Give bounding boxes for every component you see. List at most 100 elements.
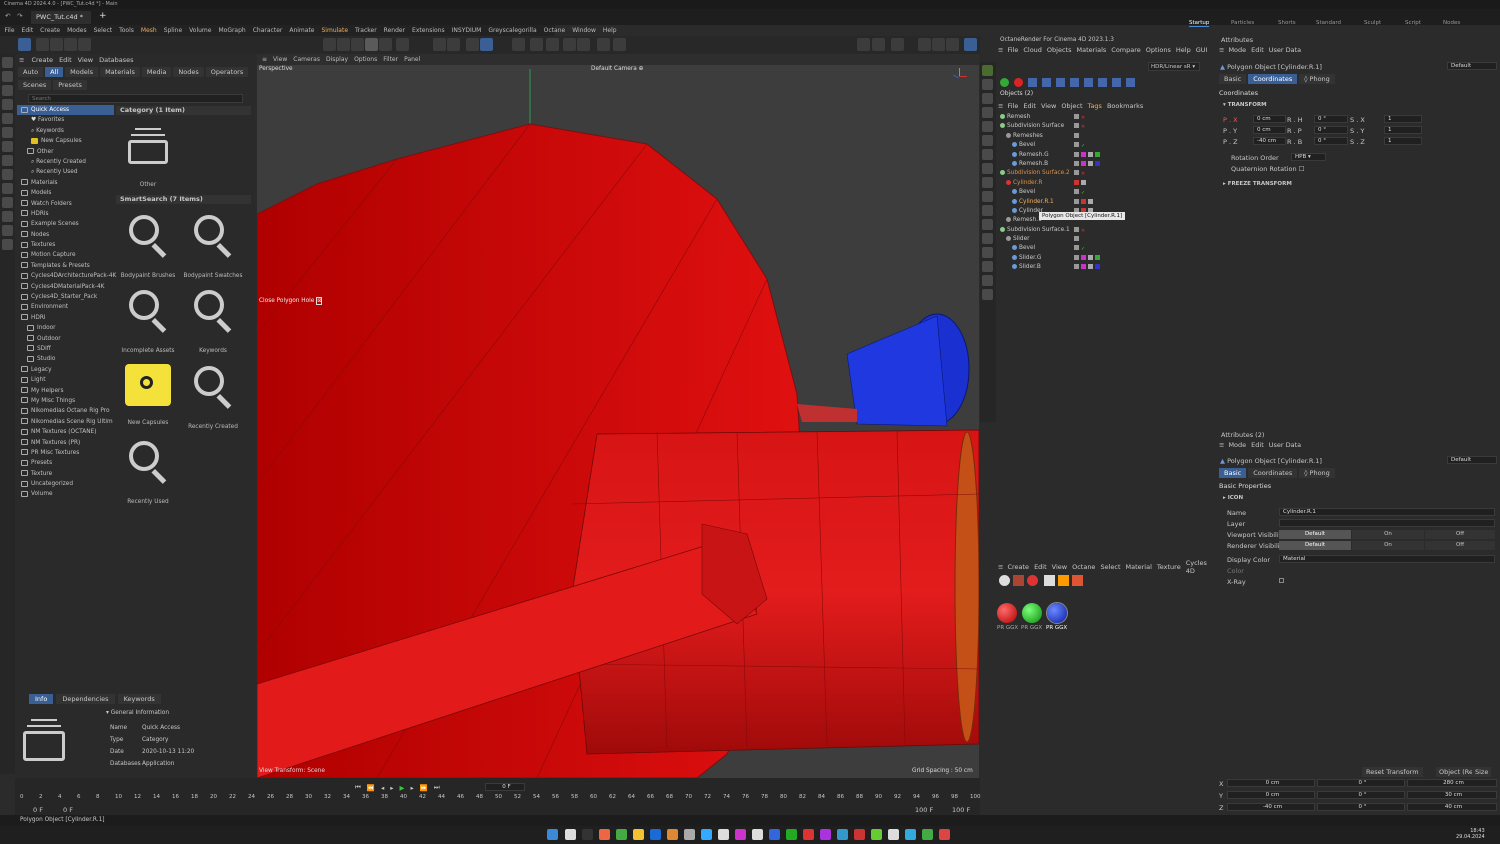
asset-item[interactable]: Recently Used bbox=[118, 439, 178, 505]
four-view-icon[interactable] bbox=[932, 38, 945, 51]
quaternion-label[interactable]: Quaternion Rotation ☐ bbox=[1231, 165, 1305, 173]
octane-menu-objects[interactable]: Objects bbox=[1047, 46, 1072, 54]
attr2-tab-coordinates[interactable]: Coordinates bbox=[1248, 468, 1298, 478]
cinema4d-icon[interactable] bbox=[650, 829, 661, 840]
workplane-icon[interactable] bbox=[480, 38, 493, 51]
object-row[interactable]: Subdivision Surface.1 ✕ bbox=[998, 226, 1213, 235]
objects-menu-view[interactable]: View bbox=[1041, 102, 1056, 110]
menu-octane[interactable]: Octane bbox=[544, 27, 566, 34]
magnet-tool-icon[interactable] bbox=[2, 197, 13, 208]
menu-help[interactable]: Help bbox=[603, 27, 617, 34]
coord-x-size[interactable]: 280 cm bbox=[1407, 779, 1497, 787]
tree-item[interactable]: Templates & Presets bbox=[17, 261, 114, 271]
app-icon[interactable] bbox=[667, 829, 678, 840]
tag-icon[interactable] bbox=[982, 275, 993, 286]
coord-z-size[interactable]: 40 cm bbox=[1407, 803, 1497, 811]
text-icon[interactable] bbox=[982, 135, 993, 146]
transform-header[interactable]: ▾ TRANSFORM bbox=[1223, 102, 1267, 108]
rb-field[interactable]: 0 ° bbox=[1314, 137, 1348, 145]
polygons-mode-icon[interactable] bbox=[351, 38, 364, 51]
explorer-icon[interactable] bbox=[633, 829, 644, 840]
octane-menu-toggle-icon[interactable]: ≡ bbox=[998, 46, 1003, 54]
mat-menu-octane[interactable]: Octane bbox=[1072, 563, 1095, 571]
tree-item[interactable]: ⌕ Keywords bbox=[17, 126, 114, 136]
attr2-menu-userdata[interactable]: User Data bbox=[1269, 441, 1301, 449]
filter-auto[interactable]: Auto bbox=[18, 66, 44, 77]
new-tab-icon[interactable]: + bbox=[99, 11, 107, 21]
asset-item[interactable]: Incomplete Assets bbox=[118, 288, 178, 354]
app-icon[interactable] bbox=[905, 829, 916, 840]
app-icon[interactable] bbox=[701, 829, 712, 840]
px-field[interactable]: 0 cm bbox=[1253, 115, 1286, 123]
tree-item[interactable]: Outdoor bbox=[17, 334, 114, 344]
mat-menu-material[interactable]: Material bbox=[1126, 563, 1152, 571]
coord-x-pos[interactable]: 0 cm bbox=[1227, 779, 1315, 787]
octane-stop-icon[interactable] bbox=[1014, 77, 1023, 87]
document-tab[interactable]: PWC_Tut.c4d * bbox=[31, 11, 91, 24]
redo-view-icon[interactable] bbox=[872, 38, 885, 51]
tree-item[interactable]: Nikomedias Octane Rig Pro bbox=[17, 406, 114, 416]
subtab-presets[interactable]: Presets bbox=[53, 79, 87, 90]
asset-item[interactable]: Keywords bbox=[183, 288, 243, 354]
app-icon[interactable] bbox=[837, 829, 848, 840]
objects-menu-tags[interactable]: Tags bbox=[1088, 102, 1102, 110]
new-material-icon[interactable] bbox=[999, 575, 1010, 586]
asset-menu-edit[interactable]: Edit bbox=[59, 56, 72, 64]
frame-icon[interactable] bbox=[891, 38, 904, 51]
end-frame-field-2[interactable]: 100 F bbox=[952, 806, 970, 814]
name-field[interactable]: Cylinder.R.1 bbox=[1279, 508, 1495, 516]
octane-menu-materials[interactable]: Materials bbox=[1076, 46, 1106, 54]
rotation-order-select[interactable]: HPB ▾ bbox=[1291, 153, 1326, 161]
tree-item[interactable]: Indoor bbox=[17, 323, 114, 333]
scale-tool-icon[interactable] bbox=[2, 85, 13, 96]
octane-light-tool-icon[interactable] bbox=[1098, 77, 1107, 87]
tree-item[interactable]: Example Scenes bbox=[17, 219, 114, 229]
menu-simulate[interactable]: Simulate bbox=[322, 27, 349, 34]
rv-on-button[interactable]: On bbox=[1352, 541, 1424, 550]
tree-item[interactable]: NM Textures (OCTANE) bbox=[17, 427, 114, 437]
vv-default-button[interactable]: Default bbox=[1279, 530, 1351, 539]
preset-select[interactable]: Default bbox=[1447, 62, 1497, 70]
coord-z-rot[interactable]: 0 ° bbox=[1317, 803, 1405, 811]
object-row[interactable]: Bevel ✓ bbox=[998, 244, 1213, 253]
menu-animate[interactable]: Animate bbox=[289, 27, 314, 34]
object-row[interactable]: Remesh ✕ bbox=[998, 113, 1213, 122]
octane-env-icon[interactable] bbox=[1126, 77, 1135, 87]
tree-item[interactable]: SDiff bbox=[17, 344, 114, 354]
app-icon[interactable] bbox=[803, 829, 814, 840]
brush-tool-icon[interactable] bbox=[2, 183, 13, 194]
material-preview-icon[interactable] bbox=[1027, 575, 1038, 586]
attributes2-menu-toggle-icon[interactable]: ≡ bbox=[1219, 441, 1224, 449]
volume-icon[interactable] bbox=[982, 261, 993, 272]
axis-mode-icon[interactable] bbox=[396, 38, 409, 51]
tree-item[interactable]: Volume bbox=[17, 489, 114, 499]
asset-item-other[interactable]: Other bbox=[118, 126, 178, 188]
snap-settings-icon[interactable] bbox=[447, 38, 460, 51]
shader-icon[interactable] bbox=[1044, 575, 1055, 586]
object-mode-icon[interactable] bbox=[379, 38, 392, 51]
tab-keywords[interactable]: Keywords bbox=[117, 694, 161, 704]
rp-field[interactable]: 0 ° bbox=[1314, 126, 1348, 134]
tab-info[interactable]: Info bbox=[29, 694, 54, 704]
start-icon[interactable] bbox=[547, 829, 558, 840]
spline-icon[interactable] bbox=[982, 205, 993, 216]
layout-nodes[interactable]: Nodes bbox=[1443, 20, 1460, 26]
z-axis-icon[interactable] bbox=[64, 38, 77, 51]
octane-refresh-icon[interactable] bbox=[1028, 77, 1037, 87]
live-selection-icon[interactable] bbox=[2, 127, 13, 138]
filter-operators[interactable]: Operators bbox=[205, 66, 249, 77]
tree-item[interactable]: Materials bbox=[17, 178, 114, 188]
object-row[interactable]: Subdivision Surface.2 ✕ bbox=[998, 169, 1213, 178]
octane-mode-select[interactable]: HDR/Linear sR ▾ bbox=[1148, 62, 1200, 71]
object-row[interactable]: Cylinder.R bbox=[998, 179, 1213, 188]
mat-menu-select[interactable]: Select bbox=[1100, 563, 1120, 571]
octane-mat-icon[interactable] bbox=[1070, 77, 1079, 87]
filter-all[interactable]: All bbox=[45, 66, 64, 77]
menu-render[interactable]: Render bbox=[384, 27, 405, 34]
menu-tools[interactable]: Tools bbox=[119, 27, 134, 34]
octane-light-icon[interactable] bbox=[982, 93, 993, 104]
task-view-icon[interactable] bbox=[565, 829, 576, 840]
app-icon[interactable] bbox=[871, 829, 882, 840]
reset-transform-button[interactable]: Reset Transform bbox=[1362, 767, 1423, 777]
tree-item[interactable]: Texture bbox=[17, 469, 114, 479]
